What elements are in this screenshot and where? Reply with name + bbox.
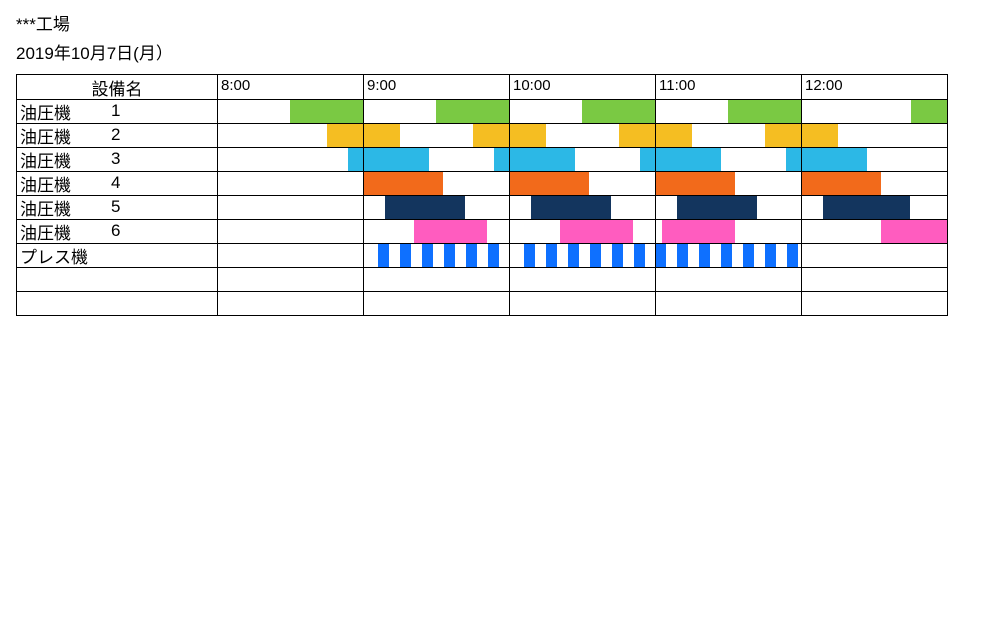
gantt-bar [531,195,611,219]
gantt-bar [385,195,465,219]
gantt-bar [823,195,911,219]
gantt-bar [494,147,574,171]
time-label: 11:00 [659,77,695,94]
equipment-row-label: 油圧機6 [20,219,214,243]
time-label: 12:00 [805,77,843,94]
equipment-row-label [20,291,214,315]
gantt-bar [677,195,757,219]
equipment-row-label: 油圧機1 [20,99,214,123]
equipment-row-label: 油圧機5 [20,195,214,219]
equipment-row-label: 油圧機3 [20,147,214,171]
gantt-bar [509,171,589,195]
gantt-bar [560,219,633,243]
gantt-bar [640,147,720,171]
gantt-bar [911,99,948,123]
hour-divider [509,75,510,315]
gantt-bar [582,99,655,123]
gantt-chart: 設備名 8:009:0010:0011:0012:00油圧機1油圧機2油圧機3油… [16,74,948,316]
hour-divider [801,75,802,315]
gantt-bar [655,171,735,195]
gantt-bar [786,147,866,171]
gantt-bar [728,99,801,123]
gantt-bar [801,171,881,195]
gantt-bar [348,147,428,171]
equipment-row-label: 油圧機4 [20,171,214,195]
time-label: 10:00 [513,77,551,94]
factory-name: ***工場 [16,10,999,35]
hour-divider [363,75,364,315]
gantt-bar [378,243,509,267]
equipment-row-label: プレス機 [20,243,214,267]
gantt-bar [436,99,509,123]
gantt-bar [524,243,655,267]
time-label: 8:00 [221,77,250,94]
schedule-date: 2019年10月7日(月） [16,39,999,64]
hour-divider [655,75,656,315]
equipment-row-label: 油圧機2 [20,123,214,147]
gantt-bar [881,219,947,243]
gantt-bar [290,99,363,123]
time-label: 9:00 [367,77,396,94]
gantt-bar [655,243,801,267]
equipment-row-label [20,267,214,291]
gantt-bar [414,219,487,243]
gantt-bar [363,171,443,195]
gantt-bar [662,219,735,243]
